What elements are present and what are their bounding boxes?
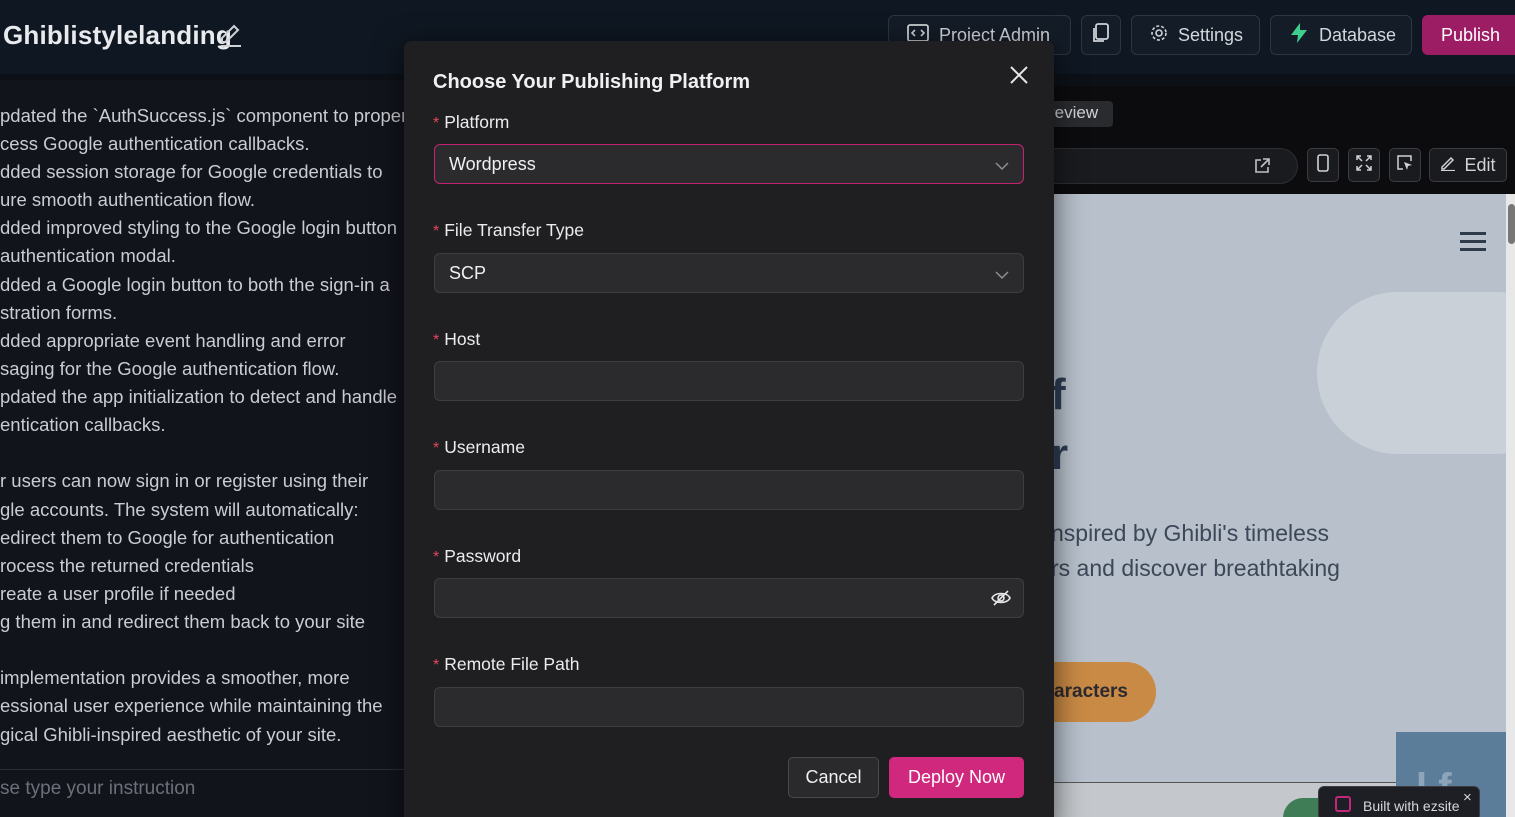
- remote-path-label-text: Remote File Path: [444, 654, 580, 674]
- password-input[interactable]: [434, 578, 1024, 618]
- chat-message-line: gle accounts. The system will automatica…: [0, 499, 359, 520]
- close-icon: [1010, 65, 1028, 89]
- chat-message-line: pdated the `AuthSuccess.js` component to…: [0, 105, 404, 126]
- transfer-type-select[interactable]: SCP: [434, 253, 1024, 293]
- chat-divider: [0, 769, 404, 770]
- expand-icon: [1356, 154, 1372, 176]
- copy-button[interactable]: [1081, 15, 1121, 55]
- pencil-icon: [1440, 155, 1456, 176]
- cursor-select-icon: [1397, 154, 1413, 176]
- built-with-badge[interactable]: Built with ezsite ×: [1318, 786, 1480, 817]
- username-label-text: Username: [444, 437, 525, 457]
- database-label: Database: [1319, 24, 1397, 45]
- chevron-down-icon: [995, 267, 1009, 285]
- chat-message-line: pdated the app initialization to detect …: [0, 386, 398, 407]
- preview-panel: review Edit f r nspired by Ghibli's time…: [1053, 86, 1515, 817]
- chat-panel: pdated the `AuthSuccess.js` component to…: [0, 80, 404, 817]
- host-label-text: Host: [444, 329, 481, 349]
- site-hero-heading: r: [1053, 430, 1069, 479]
- lightning-icon: [1289, 22, 1309, 49]
- publish-label: Publish: [1441, 24, 1501, 45]
- chat-message-line: dded appropriate event handling and erro…: [0, 330, 346, 351]
- required-marker: *: [433, 223, 440, 240]
- transfer-type-label-text: File Transfer Type: [444, 220, 584, 240]
- required-marker: *: [433, 549, 440, 566]
- transfer-type-select-value: SCP: [449, 263, 487, 283]
- settings-button[interactable]: Settings: [1131, 15, 1260, 55]
- chat-message-line: dded session storage for Google credenti…: [0, 161, 383, 182]
- required-marker: *: [433, 657, 440, 674]
- chat-message-line: stration forms.: [0, 302, 118, 323]
- chat-message-line: entication callbacks.: [0, 414, 166, 435]
- phone-icon: [1316, 153, 1330, 177]
- external-link-icon[interactable]: [1253, 157, 1271, 180]
- hamburger-menu-icon[interactable]: [1460, 231, 1486, 258]
- platform-label-text: Platform: [444, 112, 510, 132]
- eye-off-icon[interactable]: [991, 589, 1011, 612]
- app-window: Ghiblistylelanding Project Admin Setting…: [0, 0, 1515, 817]
- edit-button[interactable]: Edit: [1429, 148, 1507, 182]
- project-title: Ghiblistylelanding: [3, 20, 232, 50]
- database-button[interactable]: Database: [1270, 15, 1412, 55]
- chat-message-line: r users can now sign in or register usin…: [0, 470, 369, 491]
- password-label: * Password: [433, 546, 521, 567]
- chat-message-line: edirect them to Google for authenticatio…: [0, 527, 335, 548]
- tab-preview-label: review: [1053, 103, 1099, 122]
- ezsite-logo-icon: [1335, 796, 1351, 812]
- platform-select[interactable]: Wordpress: [434, 144, 1024, 184]
- remote-path-input[interactable]: [434, 687, 1024, 727]
- publish-dialog: Choose Your Publishing Platform * Platfor…: [404, 41, 1054, 817]
- chat-message-line: dded improved styling to the Google logi…: [0, 217, 397, 238]
- chat-message-line: ure smooth authentication flow.: [0, 189, 256, 210]
- required-marker: *: [433, 440, 440, 457]
- site-preview: f r nspired by Ghibli's timeless rs and …: [1053, 194, 1515, 817]
- remote-path-label: * Remote File Path: [433, 654, 579, 675]
- close-icon[interactable]: ×: [1463, 789, 1472, 806]
- pencil-icon[interactable]: [218, 22, 244, 48]
- platform-label: * Platform: [433, 112, 509, 133]
- decorative-blob: [1317, 292, 1515, 454]
- scrollbar[interactable]: [1506, 194, 1515, 817]
- password-label-text: Password: [444, 546, 522, 566]
- dialog-title: Choose Your Publishing Platform: [433, 71, 751, 93]
- gear-icon: [1150, 24, 1168, 47]
- chat-message-line: reate a user profile if needed: [0, 583, 236, 604]
- edit-label: Edit: [1464, 154, 1496, 175]
- transfer-type-label: * File Transfer Type: [433, 220, 584, 241]
- platform-select-value: Wordpress: [449, 154, 536, 174]
- scrollbar-thumb[interactable]: [1508, 204, 1515, 244]
- mobile-view-button[interactable]: [1307, 148, 1339, 182]
- chat-instruction-input[interactable]: se type your instruction: [0, 778, 195, 800]
- fullscreen-button[interactable]: [1348, 148, 1380, 182]
- username-label: * Username: [433, 437, 525, 458]
- chat-message-line: implementation provides a smoother, more: [0, 667, 350, 688]
- badge-text: Built with ezsite: [1363, 798, 1460, 814]
- chevron-down-icon: [995, 158, 1009, 176]
- required-marker: *: [433, 332, 440, 349]
- chat-message-line: gical Ghibli-inspired aesthetic of your …: [0, 724, 342, 745]
- chat-message-line: g them in and redirect them back to your…: [0, 611, 366, 632]
- chat-message-line: cess Google authentication callbacks.: [0, 133, 310, 154]
- select-element-button[interactable]: [1389, 148, 1421, 182]
- copy-icon: [1092, 22, 1110, 48]
- site-hero-text: nspired by Ghibli's timeless: [1053, 520, 1329, 546]
- host-label: * Host: [433, 329, 480, 350]
- deploy-now-button[interactable]: Deploy Now: [889, 757, 1024, 798]
- chat-message-line: rocess the returned credentials: [0, 555, 254, 576]
- site-hero-text: rs and discover breathtaking: [1053, 555, 1340, 581]
- username-input[interactable]: [434, 470, 1024, 510]
- required-marker: *: [433, 115, 440, 132]
- cancel-button[interactable]: Cancel: [788, 757, 879, 798]
- chat-message-line: essional user experience while maintaini…: [0, 695, 383, 716]
- site-cta-button[interactable]: aracters: [1053, 662, 1156, 722]
- tab-preview[interactable]: review: [1053, 101, 1113, 127]
- close-button[interactable]: [1007, 65, 1031, 89]
- chat-message-line: saging for the Google authentication flo…: [0, 358, 340, 379]
- settings-label: Settings: [1178, 24, 1244, 45]
- publish-button[interactable]: Publish: [1422, 15, 1515, 55]
- chat-message-line: authentication modal.: [0, 245, 176, 266]
- site-hero-heading: f: [1053, 370, 1066, 419]
- host-input[interactable]: [434, 361, 1024, 401]
- chat-message-line: dded a Google login button to both the s…: [0, 274, 390, 295]
